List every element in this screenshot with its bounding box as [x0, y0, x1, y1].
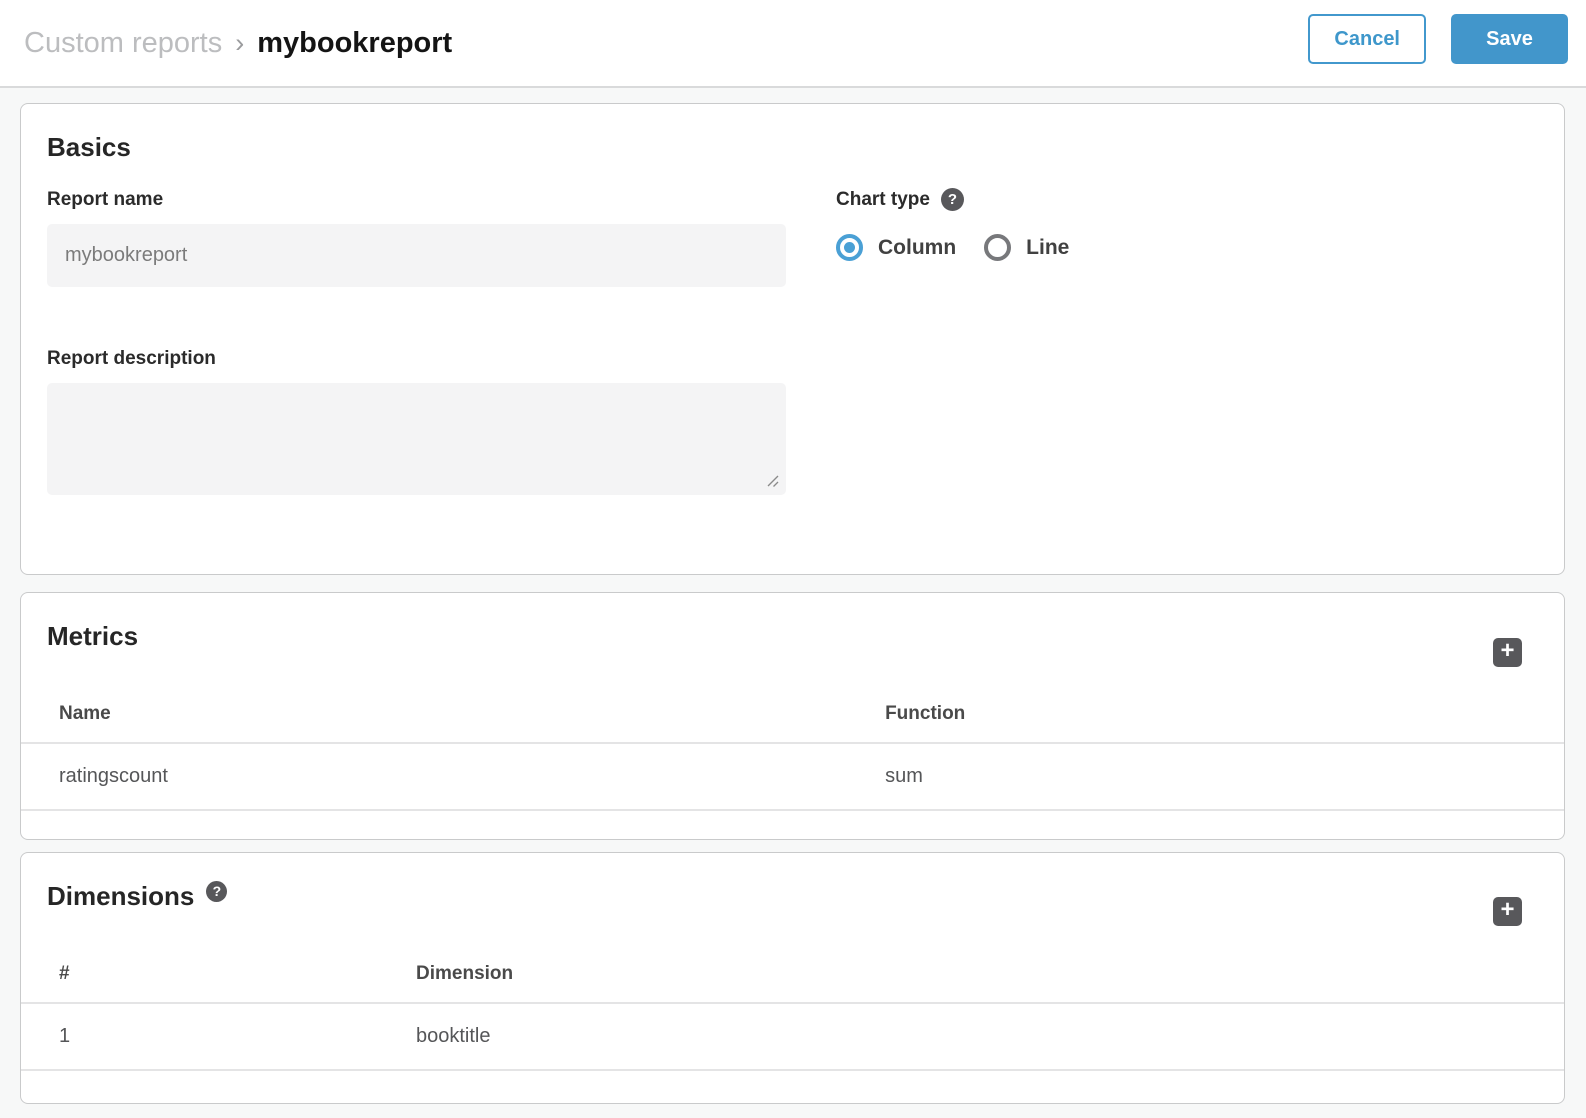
metrics-table: Name Function ratingscount sum [21, 686, 1564, 811]
metrics-table-header-row: Name Function [21, 686, 1564, 743]
save-button[interactable]: Save [1451, 14, 1568, 64]
chart-type-line-label: Line [1026, 236, 1069, 260]
breadcrumb: Custom reports › mybookreport [24, 27, 452, 60]
chevron-right-icon: › [222, 28, 257, 59]
metric-function-cell: sum [885, 743, 1564, 810]
cancel-button[interactable]: Cancel [1308, 14, 1426, 64]
basics-title: Basics [47, 130, 1538, 164]
metric-name-cell: ratingscount [21, 743, 885, 810]
dimensions-title: Dimensions [47, 879, 194, 913]
dimensions-table: # Dimension 1 booktitle [21, 946, 1564, 1071]
dimensions-column-index: # [21, 946, 416, 1003]
dimensions-table-header-row: # Dimension [21, 946, 1564, 1003]
dimension-name-cell: booktitle [416, 1003, 1564, 1070]
dimensions-card: Dimensions ? + # Dimension 1 booktitle [20, 852, 1565, 1104]
chart-type-column-label: Column [878, 236, 956, 260]
metrics-column-function: Function [885, 686, 1564, 743]
resize-handle-icon[interactable] [764, 473, 780, 489]
report-description-input[interactable] [47, 383, 786, 495]
add-dimension-button[interactable]: + [1493, 897, 1522, 926]
chart-type-radio-line[interactable]: Line [984, 234, 1069, 261]
report-name-label: Report name [47, 188, 786, 211]
report-description-label: Report description [47, 347, 786, 370]
chart-type-help-icon[interactable]: ? [941, 188, 964, 211]
add-metric-button[interactable]: + [1493, 638, 1522, 667]
dimension-index-cell: 1 [21, 1003, 416, 1070]
basics-card: Basics Report name Report description [20, 103, 1565, 575]
metrics-table-row[interactable]: ratingscount sum [21, 743, 1564, 810]
main-content: Basics Report name Report description [0, 88, 1586, 1104]
dimensions-column-dimension: Dimension [416, 946, 1564, 1003]
header-actions: Cancel Save [1308, 14, 1568, 64]
radio-unselected-icon [984, 234, 1011, 261]
breadcrumb-current: mybookreport [257, 27, 452, 60]
metrics-column-name: Name [21, 686, 885, 743]
plus-icon: + [1500, 639, 1514, 663]
radio-selected-icon [836, 234, 863, 261]
plus-icon: + [1500, 898, 1514, 922]
dimensions-table-row[interactable]: 1 booktitle [21, 1003, 1564, 1070]
dimensions-help-icon[interactable]: ? [206, 881, 227, 902]
metrics-title: Metrics [47, 619, 1564, 653]
chart-type-label: Chart type [836, 188, 930, 211]
header-bar: Custom reports › mybookreport Cancel Sav… [0, 0, 1586, 88]
chart-type-radio-column[interactable]: Column [836, 234, 956, 261]
metrics-card: Metrics + Name Function ratingscount sum [20, 592, 1565, 840]
report-name-input[interactable] [47, 224, 786, 287]
chart-type-radio-group: Column Line [836, 234, 1069, 261]
breadcrumb-parent-link[interactable]: Custom reports [24, 27, 222, 60]
